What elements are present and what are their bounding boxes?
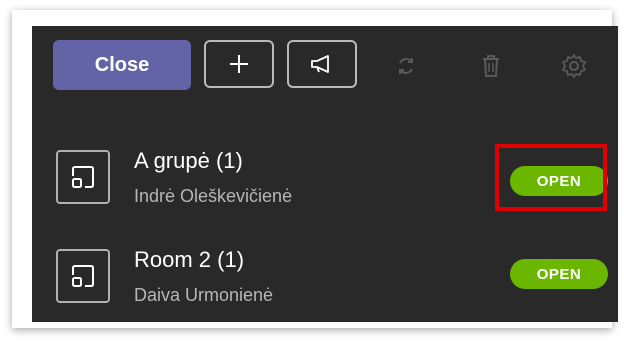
room-settings-button[interactable] [560, 52, 588, 80]
refresh-icon [399, 58, 413, 74]
room-name: A grupė (1) [134, 148, 243, 173]
rooms-toolbar: Close [32, 40, 618, 90]
add-room-button[interactable] [204, 40, 274, 88]
room-participant: Daiva Urmonienė [134, 285, 274, 305]
room-status-badge[interactable]: OPEN [510, 259, 608, 289]
plus-icon [230, 55, 248, 73]
room-name: Room 2 (1) [134, 247, 245, 272]
refresh-button[interactable] [392, 52, 420, 80]
trash-icon [483, 55, 499, 77]
room-row-room-2[interactable]: Room 2 (1) Daiva Urmonienė OPEN [32, 247, 618, 313]
gear-icon [562, 54, 586, 78]
highlight-annotation-box [495, 144, 607, 211]
breakout-room-icon [72, 265, 94, 287]
room-participant: Indrė Oleškevičienė [134, 186, 293, 206]
delete-room-button[interactable] [477, 52, 505, 80]
announce-button[interactable] [287, 40, 357, 88]
room-icon [56, 150, 110, 204]
megaphone-icon [311, 55, 329, 73]
close-rooms-button[interactable]: Close [53, 40, 191, 90]
breakout-room-icon [72, 166, 94, 188]
room-icon [56, 249, 110, 303]
